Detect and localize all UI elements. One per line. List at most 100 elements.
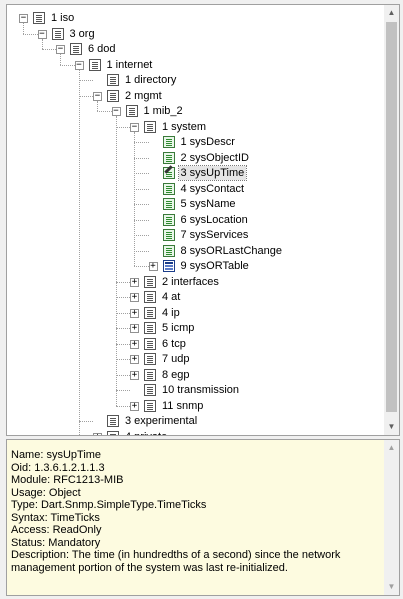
tree-connector-line — [134, 219, 149, 221]
folder-icon — [144, 368, 156, 381]
folder-icon — [107, 89, 119, 102]
tree-node[interactable]: 8 sysORLastChange — [7, 243, 384, 259]
tree-node[interactable]: +7 udp — [7, 351, 384, 367]
collapse-icon[interactable]: − — [74, 60, 84, 70]
tree-node[interactable]: − 6 dod — [7, 41, 384, 57]
tree-node-label[interactable]: 3 experimental — [123, 414, 199, 428]
tree-connector-line — [78, 95, 93, 97]
tree-node[interactable]: +2 interfaces — [7, 274, 384, 290]
details-pane[interactable]: Name: sysUpTime Oid: 1.3.6.1.2.1.1.3 Modul… — [6, 439, 400, 596]
details-vertical-scrollbar[interactable]: ▲ ▼ — [384, 440, 399, 595]
tree-node[interactable]: − 3 org — [7, 26, 384, 42]
tree-node-label[interactable]: 1 sysDescr — [179, 135, 237, 149]
triangle-down-icon[interactable]: ▼ — [384, 579, 399, 595]
tree-connector-line — [60, 64, 75, 66]
table-icon — [162, 260, 175, 272]
tree-node-label[interactable]: 4 ip — [160, 306, 182, 320]
expand-icon[interactable]: + — [130, 277, 139, 287]
tree-node-label[interactable]: 2 interfaces — [160, 275, 221, 289]
tree-node-label[interactable]: 1 system — [160, 120, 208, 134]
collapse-icon[interactable]: − — [37, 29, 47, 39]
tree-node[interactable]: 4 sysContact — [7, 181, 384, 197]
expand-icon[interactable]: + — [130, 370, 139, 380]
tree-node-label[interactable]: 6 dod — [86, 42, 118, 56]
tree-node[interactable]: 7 sysServices — [7, 227, 384, 243]
details-description: Description: The time (in hundredths of … — [11, 549, 344, 574]
tree-node[interactable]: +8 egp — [7, 367, 384, 383]
triangle-down-icon[interactable]: ▼ — [384, 419, 399, 435]
tree-node-label[interactable]: 7 sysServices — [179, 228, 251, 242]
tree-node[interactable]: 1 directory — [7, 72, 384, 88]
tree-node-label[interactable]: 5 icmp — [160, 321, 196, 335]
folder-icon — [144, 120, 156, 133]
expand-icon[interactable]: + — [130, 293, 139, 302]
tree-node-label[interactable]: 1 internet — [105, 58, 155, 72]
tree-connector-line — [115, 374, 130, 376]
leaf-edit-icon — [162, 167, 175, 179]
collapse-icon[interactable]: − — [19, 14, 28, 23]
tree-connector-line — [134, 142, 149, 143]
triangle-up-icon[interactable]: ▲ — [384, 5, 399, 21]
tree-node[interactable]: 2 sysObjectID — [7, 150, 384, 166]
tree-node-label[interactable]: 1 mib_2 — [142, 104, 185, 118]
expand-icon[interactable]: + — [148, 262, 158, 271]
details-oid: Oid: 1.3.6.1.2.1.1.3 — [11, 461, 105, 474]
mib-tree-view[interactable]: −1 iso −3 org −6 dod −1 internet 1 directory… — [6, 4, 400, 436]
tree-node[interactable]: 1 sysDescr — [7, 134, 384, 150]
collapse-icon[interactable]: − — [111, 107, 121, 116]
tree-node[interactable]: − 1 iso — [7, 10, 384, 26]
tree-node-label[interactable]: 4 sysContact — [179, 182, 247, 196]
collapse-icon[interactable]: − — [130, 122, 139, 132]
collapse-icon[interactable]: − — [93, 91, 102, 101]
tree-node[interactable]: +9 sysORTable — [7, 258, 384, 274]
tree-node-label[interactable]: 6 sysLocation — [179, 213, 250, 227]
tree-vertical-scrollbar[interactable]: ▲ ▼ — [384, 5, 399, 435]
tree-node-label[interactable]: 5 sysName — [179, 197, 238, 211]
tree-connector-line — [134, 266, 149, 267]
tree-node-label[interactable]: 2 mgmt — [123, 89, 164, 103]
tree-node-label[interactable]: 11 snmp — [160, 399, 205, 413]
tree-node[interactable]: +11 snmp — [7, 398, 384, 414]
tree-node-label[interactable]: 9 sysORTable — [179, 259, 251, 273]
tree-node[interactable]: +4 ip — [7, 305, 384, 321]
tree-node[interactable]: 3 sysUpTime — [7, 165, 384, 181]
tree-node[interactable]: 5 sysName — [7, 196, 384, 212]
details-text: Name: sysUpTime Oid: 1.3.6.1.2.1.1.3 Modul… — [11, 449, 376, 574]
tree-node[interactable]: 10 transmission — [7, 382, 384, 398]
tree-connector-line — [115, 312, 130, 314]
expand-icon[interactable]: + — [130, 401, 139, 411]
tree-node-label[interactable]: 3 sysUpTime — [177, 165, 248, 181]
collapse-icon[interactable]: − — [56, 45, 65, 54]
tree-node[interactable]: − 1 internet — [7, 57, 384, 73]
tree-node-label[interactable]: 3 org — [68, 27, 97, 41]
leaf-icon — [162, 136, 175, 148]
expand-icon[interactable]: + — [130, 339, 139, 349]
tree-node[interactable]: 3 experimental — [7, 413, 384, 429]
tree-node[interactable]: − 1 system — [7, 119, 384, 135]
tree-node-label[interactable]: 6 tcp — [160, 337, 188, 351]
tree-node[interactable]: +4 private — [7, 429, 384, 435]
triangle-up-icon[interactable]: ▲ — [384, 440, 399, 456]
tree-node-label[interactable]: 10 transmission — [160, 383, 241, 397]
expand-icon[interactable]: + — [130, 308, 139, 318]
tree-node[interactable]: +5 icmp — [7, 320, 384, 336]
tree-connector-line — [115, 343, 130, 345]
leaf-icon — [162, 151, 175, 164]
tree-node-label[interactable]: 2 sysObjectID — [179, 151, 251, 165]
tree-scroll-thumb[interactable] — [386, 22, 397, 412]
tree-node-label[interactable]: 8 egp — [160, 368, 192, 382]
expand-icon[interactable]: + — [130, 355, 139, 364]
tree-node[interactable]: − 2 mgmt — [7, 88, 384, 104]
tree-connector-line — [97, 111, 112, 112]
tree-node-label[interactable]: 1 iso — [49, 11, 76, 25]
tree-node-label[interactable]: 4 at — [160, 290, 182, 304]
tree-node-label[interactable]: 7 udp — [160, 352, 192, 366]
tree-node[interactable]: +6 tcp — [7, 336, 384, 352]
tree-node-label[interactable]: 1 directory — [123, 73, 178, 87]
tree-node[interactable]: 6 sysLocation — [7, 212, 384, 228]
tree-node-label[interactable]: 8 sysORLastChange — [179, 244, 285, 258]
tree-node[interactable]: +4 at — [7, 289, 384, 305]
tree-connector-line — [78, 80, 93, 81]
tree-node[interactable]: − 1 mib_2 — [7, 103, 384, 119]
expand-icon[interactable]: + — [130, 324, 139, 333]
